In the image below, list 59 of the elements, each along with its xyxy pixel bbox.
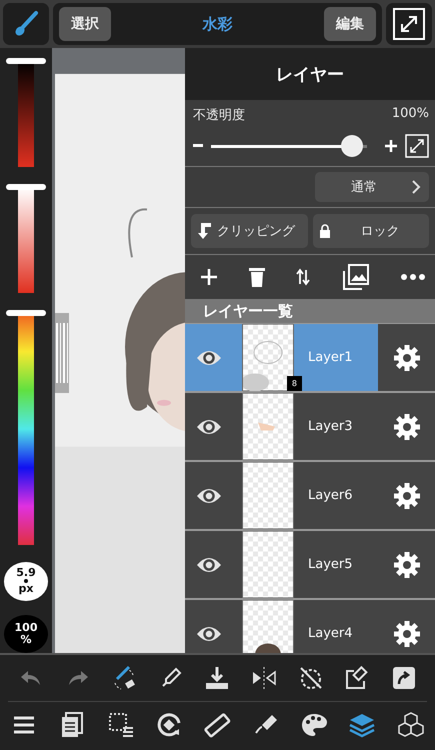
layer-name: Layer6 [293,462,378,529]
download-icon[interactable] [204,665,230,691]
eye-icon[interactable] [196,556,222,574]
eraser-icon[interactable] [344,665,370,691]
drag-handle[interactable] [55,313,69,393]
opacity-slider[interactable] [211,135,367,157]
palette-icon[interactable] [300,711,328,739]
fullscreen-button[interactable] [386,3,432,45]
layer-row[interactable]: Layer5 [185,531,435,598]
image-icon[interactable] [342,263,370,291]
swap-icon[interactable] [296,268,310,286]
edit-button[interactable]: 編集 [324,7,376,41]
layer-thumbnail [243,531,293,598]
brush-name[interactable]: 水彩 [202,14,232,34]
eye-icon[interactable] [196,624,222,642]
layer-thumbnail [243,462,293,529]
opacity-value: 100% [392,106,429,123]
export-icon[interactable] [390,665,417,691]
clip-arrow-icon [197,223,211,239]
color-slider[interactable] [6,310,46,548]
brush-tool-button[interactable] [3,3,49,45]
layer-row[interactable]: Layer6 [185,462,435,529]
selection-icon[interactable] [106,711,135,739]
flip-icon[interactable] [251,665,277,691]
rotate-icon[interactable] [298,665,324,691]
trash-icon[interactable] [248,267,264,287]
layer-thumbnail [243,324,293,391]
blend-mode-button[interactable]: 通常 [315,172,429,202]
ruler-icon[interactable] [203,711,232,739]
plus-icon[interactable] [385,140,397,152]
eye-icon[interactable] [196,418,222,436]
layer-row[interactable]: Layer4 [185,600,435,653]
more-icon[interactable] [401,274,425,280]
layer-thumbnail [243,393,293,460]
add-icon[interactable] [201,269,217,285]
brush-opacity-button[interactable]: 100 % [4,614,48,653]
layer-list-header: レイヤー一覧 [185,299,435,323]
count-badge: 8 [286,376,302,391]
expand-icon[interactable] [405,134,429,158]
clipping-button[interactable]: クリッピング [191,214,308,248]
lock-icon [318,224,330,238]
layer-row[interactable]: 8 Layer1 [185,324,435,391]
brush-size-button[interactable]: 5.9 px [4,562,48,600]
layer-name: Layer3 [293,393,378,460]
opacity-label: 不透明度 [193,107,245,124]
layers-icon[interactable] [348,711,376,739]
rotate-icon[interactable] [155,711,184,739]
eye-icon[interactable] [196,348,222,366]
lock-button[interactable]: ロック [312,214,429,248]
layer-name: Layer5 [293,531,378,598]
color-slider[interactable] [6,58,46,170]
chevron-icon [411,179,421,195]
panel-title: レイヤー [185,48,435,100]
eye-icon[interactable] [196,486,222,504]
select-button[interactable]: 選択 [59,7,111,41]
color-slider[interactable] [6,184,46,296]
layer-row[interactable]: Layer3 [185,393,435,460]
minus-icon[interactable] [193,144,203,148]
layer-thumbnail [243,600,293,653]
